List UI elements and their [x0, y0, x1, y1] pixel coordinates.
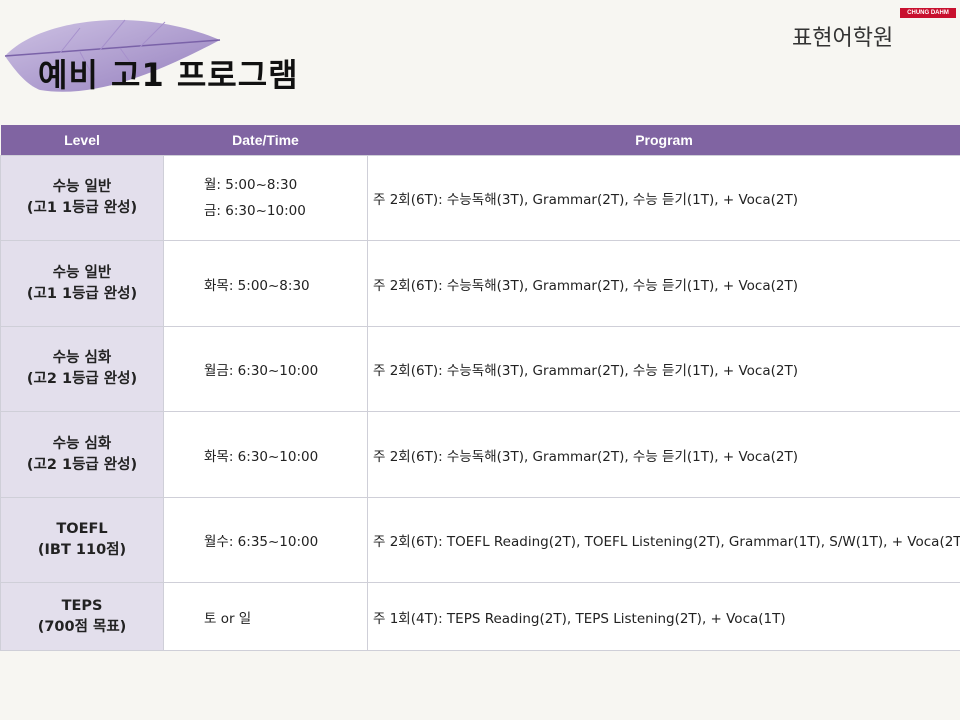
level-name: 수능 심화: [52, 435, 112, 452]
time-text-2: 금: 6:30~10:00: [204, 203, 306, 219]
level-name: 수능 일반: [52, 264, 112, 281]
level-cell: 수능 심화 (고2 1등급 완성): [0, 411, 164, 498]
brand-name: 표현어학원: [792, 26, 894, 51]
column-header-program: Program: [367, 125, 960, 156]
brand-badge: CHUNG DAHM: [900, 8, 956, 18]
level-goal: (고1 1등급 완성): [26, 200, 138, 216]
time-cell: 화목: 5:00~8:30: [163, 240, 368, 327]
level-goal: (IBT 110점): [37, 542, 127, 558]
time-cell: 월금: 6:30~10:00: [163, 326, 368, 412]
program-cell: 주 2회(6T): TOEFL Reading(2T), TOEFL Liste…: [367, 497, 960, 583]
table-row: TEPS (700점 목표) 토 or 일 주 1회(4T): TEPS Rea…: [0, 582, 960, 651]
level-cell: 수능 일반 (고1 1등급 완성): [0, 155, 164, 241]
column-header-level: Level: [0, 125, 164, 156]
level-goal: (700점 목표): [37, 618, 127, 635]
level-goal: (고1 1등급 완성): [26, 285, 138, 302]
program-cell: 주 2회(6T): 수능독해(3T), Grammar(2T), 수능 듣기(1…: [367, 326, 960, 412]
level-name: TOEFL: [56, 521, 108, 537]
level-name: 수능 심화: [52, 350, 112, 366]
table-row: 수능 일반 (고1 1등급 완성) 화목: 5:00~8:30 주 2회(6T)…: [0, 240, 960, 327]
page-title: 예비 고1 프로그램: [38, 56, 299, 94]
time-cell: 토 or 일: [163, 582, 368, 651]
program-cell: 주 1회(4T): TEPS Reading(2T), TEPS Listeni…: [367, 582, 960, 651]
table-row: 수능 심화 (고2 1등급 완성) 월금: 6:30~10:00 주 2회(6T…: [0, 326, 960, 412]
time-cell: 월: 5:00~8:30 금: 6:30~10:00: [163, 155, 368, 241]
level-name: TEPS: [61, 597, 103, 614]
level-cell: 수능 일반 (고1 1등급 완성): [0, 240, 164, 327]
table-header-row: Level Date/Time Program: [0, 125, 960, 156]
program-cell: 주 2회(6T): 수능독해(3T), Grammar(2T), 수능 듣기(1…: [367, 155, 960, 241]
level-goal: (고2 1등급 완성): [26, 456, 138, 473]
level-cell: TOEFL (IBT 110점): [0, 497, 164, 583]
level-goal: (고2 1등급 완성): [26, 371, 138, 387]
time-cell: 월수: 6:35~10:00: [163, 497, 368, 583]
level-cell: TEPS (700점 목표): [0, 582, 164, 651]
table-row: 수능 일반 (고1 1등급 완성) 월: 5:00~8:30 금: 6:30~1…: [0, 155, 960, 241]
program-cell: 주 2회(6T): 수능독해(3T), Grammar(2T), 수능 듣기(1…: [367, 240, 960, 327]
time-text: 월: 5:00~8:30: [204, 177, 298, 193]
time-cell: 화목: 6:30~10:00: [163, 411, 368, 498]
program-cell: 주 2회(6T): 수능독해(3T), Grammar(2T), 수능 듣기(1…: [367, 411, 960, 498]
table-row: TOEFL (IBT 110점) 월수: 6:35~10:00 주 2회(6T)…: [0, 497, 960, 583]
table-row: 수능 심화 (고2 1등급 완성) 화목: 6:30~10:00 주 2회(6T…: [0, 411, 960, 498]
level-cell: 수능 심화 (고2 1등급 완성): [0, 326, 164, 412]
level-name: 수능 일반: [52, 179, 112, 195]
column-header-datetime: Date/Time: [163, 125, 368, 156]
program-table: Level Date/Time Program 수능 일반 (고1 1등급 완성…: [0, 125, 960, 651]
